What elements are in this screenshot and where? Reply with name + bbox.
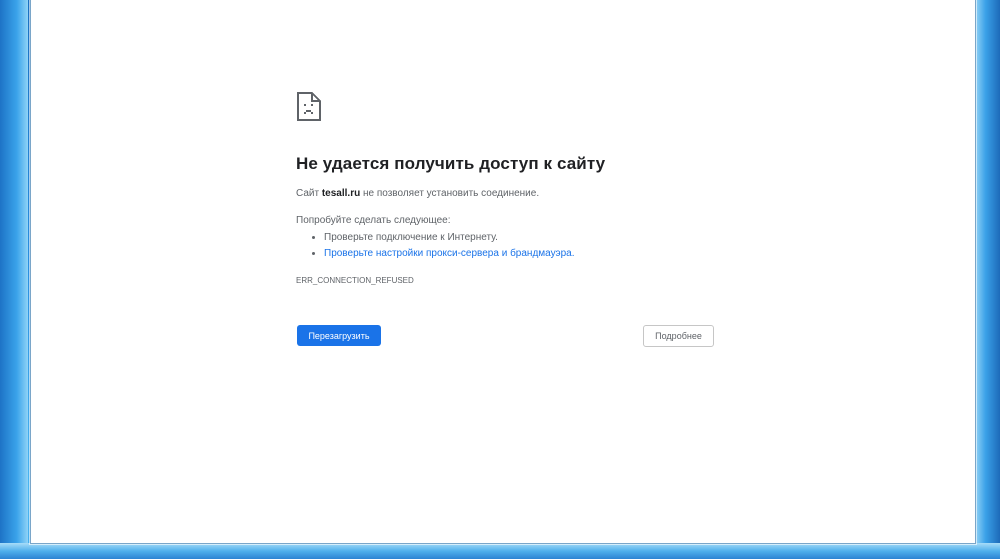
page-title: Не удается получить доступ к сайту [296, 154, 606, 173]
error-content: Не удается получить доступ к сайту Сайт … [296, 92, 716, 285]
suggestions-list: Проверьте подключение к Интернету. Прове… [296, 230, 716, 262]
suggestions-heading: Попробуйте сделать следующее: [296, 215, 451, 226]
browser-window: Не удается получить доступ к сайту Сайт … [30, 0, 976, 544]
reload-button[interactable]: Перезагрузить [297, 325, 381, 346]
details-button[interactable]: Подробнее [643, 325, 714, 347]
error-code: ERR_CONNECTION_REFUSED [296, 276, 414, 285]
suggestion-check-connection-text: Проверьте подключение к Интернету. [324, 232, 498, 243]
suggestion-item-check-connection: Проверьте подключение к Интернету. [324, 230, 716, 246]
check-proxy-link[interactable]: Проверьте настройки прокси-сервера и бра… [324, 248, 575, 259]
host-name: tesall.ru [321, 188, 361, 199]
desktop-background-right [976, 0, 1000, 559]
suggestion-item-check-proxy: Проверьте настройки прокси-сервера и бра… [324, 246, 716, 262]
error-description: Сайт tesall.ru не позволяет установить с… [296, 188, 716, 199]
description-prefix: Сайт [296, 188, 322, 199]
desktop-background-left [0, 0, 28, 559]
window-frame-bottom [0, 543, 1000, 559]
sad-page-icon [296, 92, 322, 122]
description-suffix: не позволяет установить соединение. [360, 188, 540, 199]
